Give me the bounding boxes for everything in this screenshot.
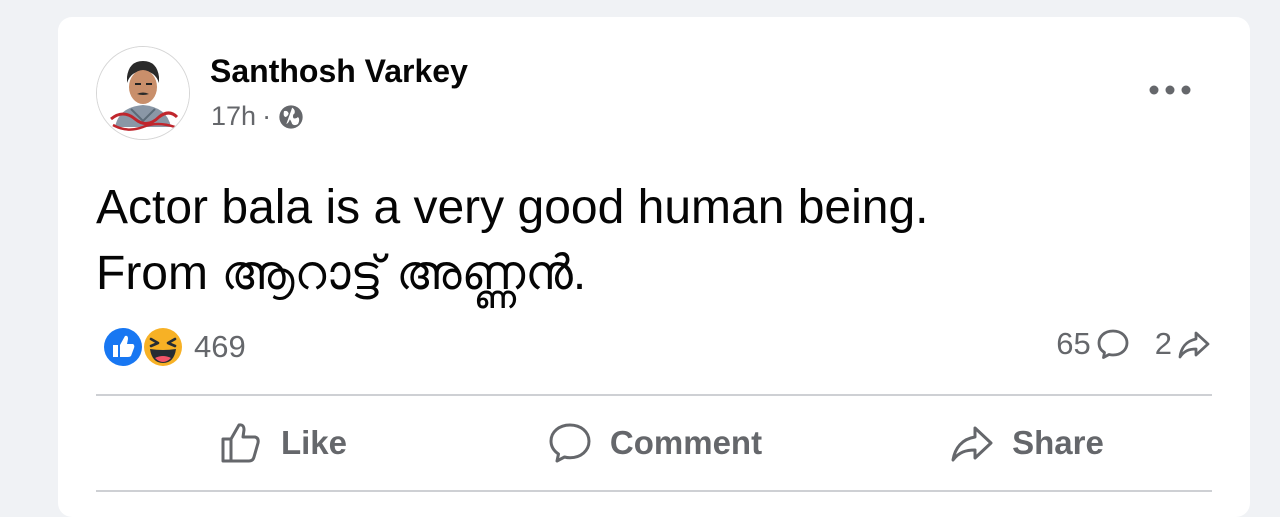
share-label: Share <box>1012 424 1104 461</box>
comment-button[interactable]: Comment <box>468 412 840 474</box>
post-text-line-2: From ആറാട്ട് അണ്ണൻ. <box>96 247 587 300</box>
post-text: Actor bala is a very good human being. F… <box>96 175 929 307</box>
share-icon <box>951 426 993 462</box>
meta-separator: · <box>262 101 272 131</box>
comment-label: Comment <box>609 424 763 461</box>
like-button[interactable]: Like <box>96 412 468 474</box>
thumbs-up-icon <box>221 423 260 463</box>
more-options-button[interactable] <box>1140 72 1200 108</box>
share-count[interactable]: 2 <box>1155 326 1212 362</box>
post-card: Santhosh Varkey 17h · Actor bala is a ve… <box>58 17 1250 517</box>
comment-bubble-icon <box>1097 329 1129 359</box>
avatar-image <box>97 47 189 139</box>
comment-count[interactable]: 65 <box>1056 326 1130 362</box>
share-button[interactable]: Share <box>840 412 1212 474</box>
globe-icon[interactable] <box>277 103 305 131</box>
like-label: Like <box>280 424 348 461</box>
post-text-line-1: Actor bala is a very good human being. <box>96 181 929 234</box>
post-stats: 65 2 <box>1056 326 1212 362</box>
action-bar: Like Comment Share <box>96 412 1212 474</box>
author-name[interactable]: Santhosh Varkey <box>210 53 468 90</box>
divider-bottom <box>96 490 1212 492</box>
more-options-icon <box>1149 85 1191 95</box>
post-time[interactable]: 17h <box>211 101 256 132</box>
reaction-count: 469 <box>194 329 246 364</box>
reactions-summary[interactable]: 469 <box>100 324 246 370</box>
haha-reaction-icon <box>142 326 184 368</box>
share-arrow-icon <box>1178 331 1210 359</box>
divider-top <box>96 394 1212 396</box>
comment-icon <box>549 423 591 463</box>
comment-count-value: 65 <box>1056 326 1091 361</box>
avatar[interactable] <box>96 46 190 140</box>
share-count-value: 2 <box>1154 326 1172 361</box>
post-meta: 17h · <box>211 101 305 132</box>
